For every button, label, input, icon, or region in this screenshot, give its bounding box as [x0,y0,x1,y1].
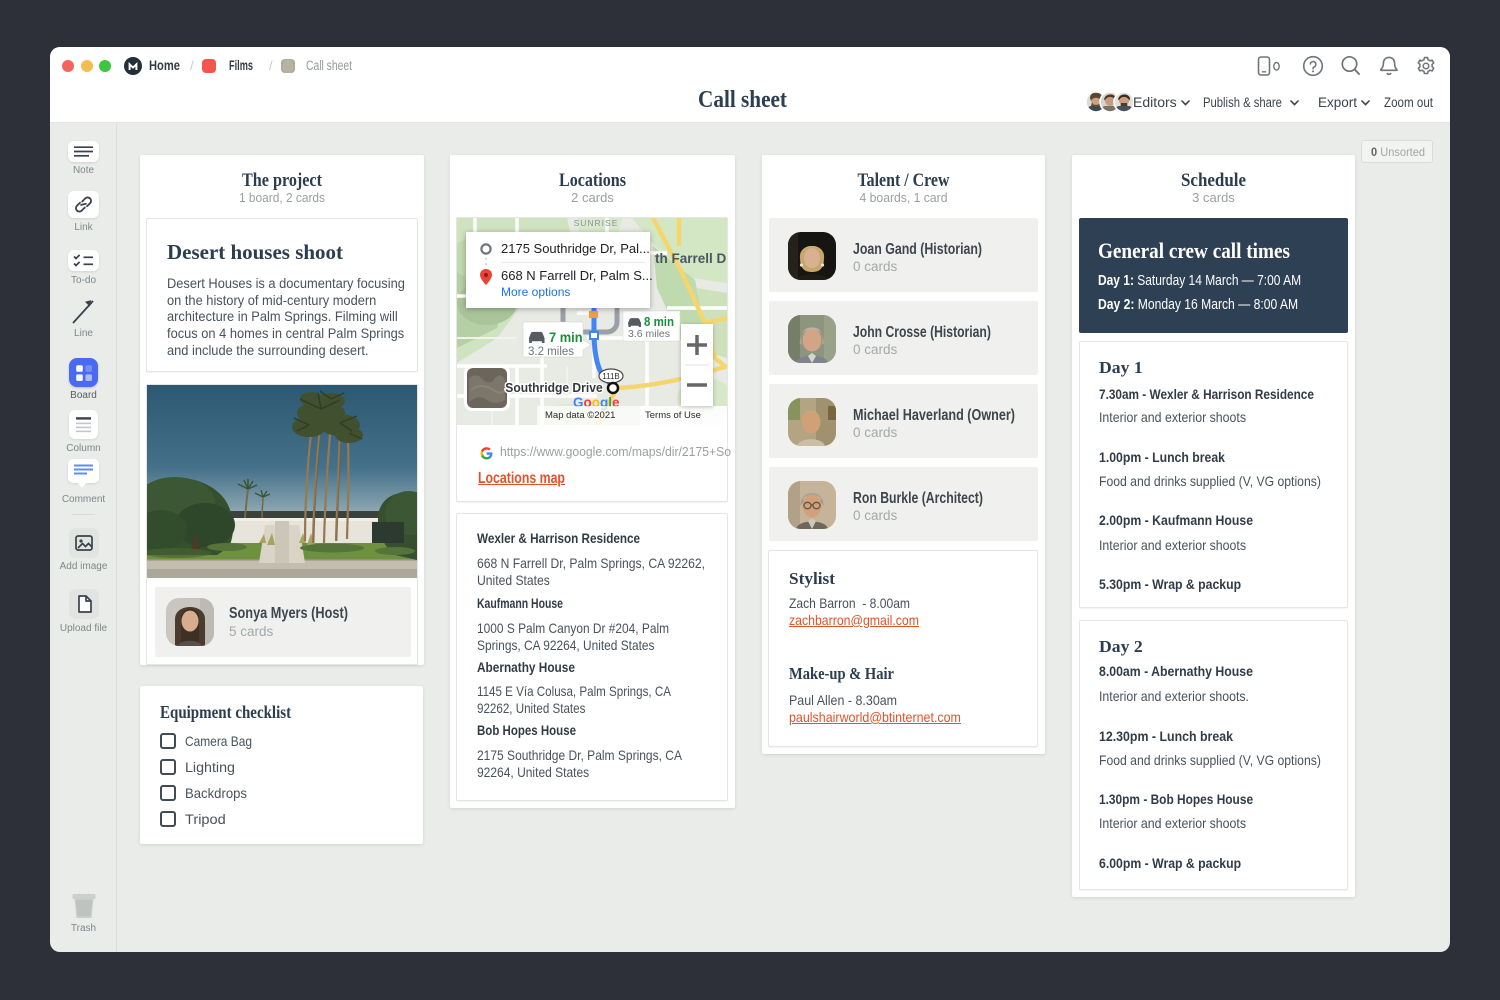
svg-text:8 min: 8 min [644,315,674,330]
svg-text:3.6 miles: 3.6 miles [628,328,670,340]
svg-text:Map data ©2021: Map data ©2021 [545,410,615,421]
svg-text:More options: More options [501,285,570,299]
svg-text:SUNRISE: SUNRISE [574,218,619,228]
svg-text:111B: 111B [602,372,620,381]
svg-text:668 N Farrell Dr, Palm S...: 668 N Farrell Dr, Palm S... [501,268,653,283]
svg-text:Southridge Drive: Southridge Drive [505,381,602,395]
svg-text:2175 Southridge Dr, Pal...: 2175 Southridge Dr, Pal... [501,241,650,256]
svg-text:7 min: 7 min [549,330,583,346]
svg-text:th Farrell Driv: th Farrell Driv [655,251,727,266]
svg-text:Terms of Use: Terms of Use [645,410,701,421]
svg-text:3.2 miles: 3.2 miles [528,346,574,358]
